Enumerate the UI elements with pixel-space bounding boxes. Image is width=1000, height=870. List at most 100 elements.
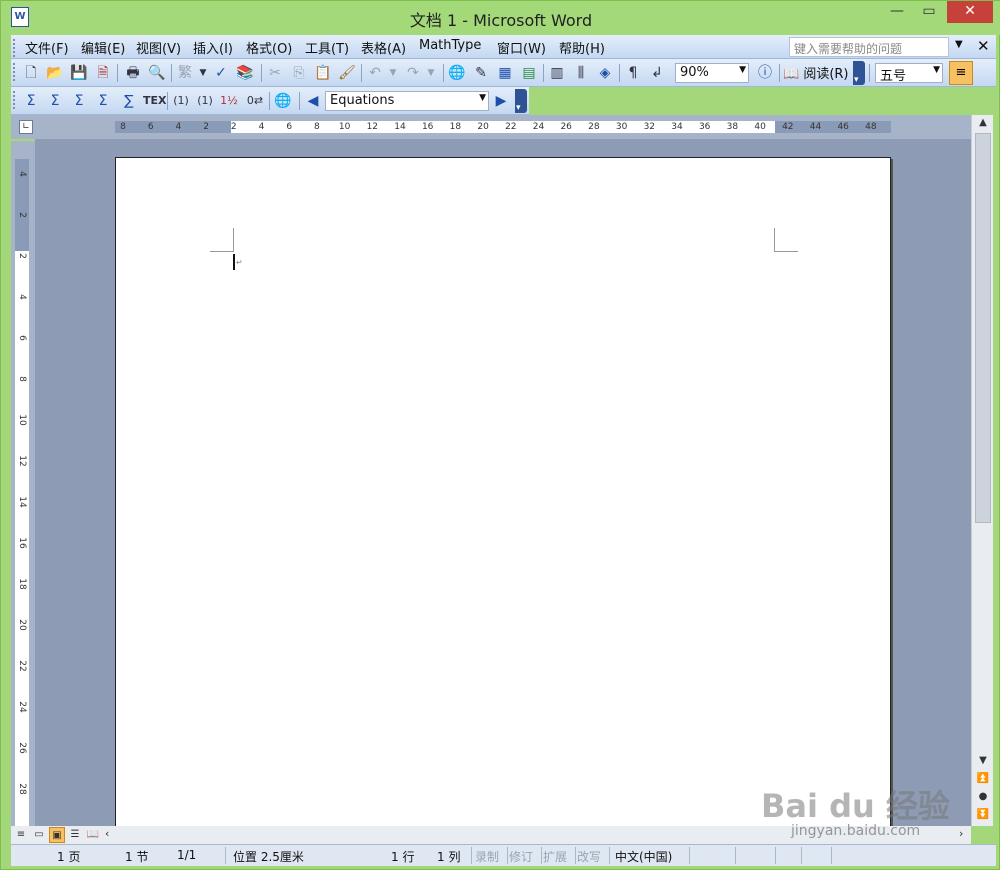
cut-icon[interactable]: ✂ xyxy=(265,63,285,83)
traditional-chinese-icon[interactable]: 繁 xyxy=(175,63,195,83)
status-track-changes[interactable]: 修订 xyxy=(509,848,533,865)
menu-help[interactable]: 帮助(H) xyxy=(559,38,605,57)
horizontal-ruler-tick: 34 xyxy=(671,122,683,132)
equations-value: Equations xyxy=(330,93,395,108)
redo-icon[interactable]: ↷ xyxy=(403,63,423,83)
zoom-dropdown-icon[interactable]: ▼ xyxy=(739,65,746,75)
math-input-icon[interactable]: ∑ xyxy=(119,91,139,111)
justify-align-icon[interactable]: ≡ xyxy=(949,61,973,85)
menu-format[interactable]: 格式(O) xyxy=(246,38,292,57)
print-layout-icon[interactable]: ▣ xyxy=(49,827,65,843)
help-dropdown-icon[interactable]: ▼ xyxy=(955,39,963,50)
research-icon[interactable]: 📚 xyxy=(235,63,255,83)
toolbar-separator xyxy=(619,64,620,82)
mathtype-toolbar-options-icon[interactable] xyxy=(515,89,527,113)
status-separator xyxy=(225,847,226,864)
vertical-scrollbar[interactable]: ▲ ▼ ⏫ ● ⏬ xyxy=(971,115,993,826)
help-icon[interactable]: ⓘ xyxy=(755,63,775,83)
scroll-thumb[interactable] xyxy=(975,133,991,523)
web-layout-icon[interactable]: ▭ xyxy=(31,827,47,843)
horizontal-ruler[interactable]: 8 6 4 2 2 4 6 8 10 12 14 16 18 20 22 24 26 28 30 32 34 36 38 40… xyxy=(115,121,891,133)
document-close-icon[interactable]: ✕ xyxy=(977,37,990,55)
format-equation-numbers-icon[interactable]: 0⇄ xyxy=(245,91,265,111)
scroll-right-icon[interactable]: › xyxy=(959,827,963,840)
read-mode-button[interactable]: 📖 阅读(R) xyxy=(783,63,849,83)
equations-select[interactable]: Equations ▼ xyxy=(325,91,489,111)
equations-dropdown-icon[interactable]: ▼ xyxy=(479,93,486,103)
next-page-icon[interactable]: ⏬ xyxy=(972,809,994,820)
previous-equation-icon[interactable]: ◀ xyxy=(303,91,323,111)
right-numbered-equation-icon[interactable]: Σ xyxy=(69,91,89,111)
open-folder-icon[interactable]: 📂 xyxy=(45,63,65,83)
close-button[interactable]: ✕ xyxy=(947,1,993,23)
print-icon[interactable]: 🖶 xyxy=(123,63,143,83)
format-painter-icon[interactable]: 🖌 xyxy=(337,63,357,83)
dropdown-arrow-icon[interactable]: ▼ xyxy=(193,63,213,83)
show-hide-icon[interactable]: ¶ xyxy=(623,63,643,83)
display-equation-icon[interactable]: Σ xyxy=(45,91,65,111)
menubar-grip[interactable] xyxy=(13,39,16,57)
new-document-icon[interactable]: 🗋 xyxy=(21,63,41,83)
document-page[interactable]: ↵ xyxy=(115,157,891,826)
help-search-input[interactable]: 键入需要帮助的问题 xyxy=(789,37,949,57)
outline-view-icon[interactable]: ☰ xyxy=(67,827,83,843)
scroll-down-icon[interactable]: ▼ xyxy=(972,755,994,766)
redo-dropdown-icon[interactable]: ▼ xyxy=(421,63,441,83)
toolbar-options-icon[interactable] xyxy=(853,61,865,85)
minimize-button[interactable]: — xyxy=(881,1,913,23)
insert-table-icon[interactable]: ▦ xyxy=(495,63,515,83)
zoom-select[interactable]: 90% ▼ xyxy=(675,63,749,83)
previous-page-icon[interactable]: ⏫ xyxy=(972,773,994,784)
select-browse-object-icon[interactable]: ● xyxy=(972,791,994,802)
normal-view-icon[interactable]: ≡ xyxy=(13,827,29,843)
vertical-ruler-tick: 4 xyxy=(17,171,27,177)
save-icon[interactable]: 💾 xyxy=(69,63,89,83)
menu-mathtype[interactable]: MathType xyxy=(419,38,481,53)
insert-excel-icon[interactable]: ▤ xyxy=(519,63,539,83)
menu-insert[interactable]: 插入(I) xyxy=(193,38,233,57)
font-size-dropdown-icon[interactable]: ▼ xyxy=(933,65,940,75)
hyperlink-icon[interactable]: 🌐 xyxy=(447,63,467,83)
mathtype-toolbar-grip[interactable] xyxy=(13,91,16,109)
scroll-up-icon[interactable]: ▲ xyxy=(972,117,994,128)
menu-edit[interactable]: 编辑(E) xyxy=(81,38,125,57)
menu-window[interactable]: 窗口(W) xyxy=(497,38,546,57)
copy-icon[interactable]: ⎘ xyxy=(289,63,309,83)
drawing-icon[interactable]: ⫼ xyxy=(571,63,591,83)
scroll-left-icon[interactable]: ‹ xyxy=(105,827,109,840)
paste-icon[interactable]: 📋 xyxy=(313,63,333,83)
vertical-ruler[interactable]: 4 2 2 4 6 8 10 12 14 16 18 20 22 24 26 28 xyxy=(15,159,29,826)
toolbar-grip[interactable] xyxy=(13,63,16,81)
columns-icon[interactable]: ▥ xyxy=(547,63,567,83)
insert-equation-reference-icon[interactable]: (1) xyxy=(195,91,215,111)
paragraph-mark-icon[interactable]: ↲ xyxy=(647,63,667,83)
tab-stop-selector[interactable]: ∟ xyxy=(19,120,33,134)
update-equation-numbers-icon[interactable]: 1½ xyxy=(219,91,239,111)
undo-dropdown-icon[interactable]: ▼ xyxy=(383,63,403,83)
menu-table[interactable]: 表格(A) xyxy=(361,38,406,57)
print-preview-icon[interactable]: 🔍 xyxy=(147,63,167,83)
permission-icon[interactable]: 🗎 xyxy=(93,63,113,83)
insert-equation-number-icon[interactable]: (1) xyxy=(171,91,191,111)
font-size-select[interactable]: 五号 ▼ xyxy=(875,63,943,84)
menu-tools[interactable]: 工具(T) xyxy=(305,38,349,57)
status-position: 位置 2.5厘米 xyxy=(233,850,304,864)
menu-view[interactable]: 视图(V) xyxy=(136,38,181,57)
undo-icon[interactable]: ↶ xyxy=(365,63,385,83)
status-extend[interactable]: 扩展 xyxy=(543,848,567,865)
inline-equation-icon[interactable]: Σ xyxy=(21,91,41,111)
next-equation-icon[interactable]: ▶ xyxy=(491,91,511,111)
toggle-tex-icon[interactable]: TEX xyxy=(143,91,167,111)
menu-file[interactable]: 文件(F) xyxy=(25,38,69,57)
document-map-icon[interactable]: ◈ xyxy=(595,63,615,83)
status-separator xyxy=(541,847,542,864)
reading-layout-icon[interactable]: 📖 xyxy=(85,827,101,843)
tables-borders-icon[interactable]: ✎ xyxy=(471,63,491,83)
status-overtype[interactable]: 改写 xyxy=(577,848,601,865)
left-numbered-equation-icon[interactable]: Σ xyxy=(93,91,113,111)
mathtype-web-icon[interactable]: 🌐 xyxy=(273,91,293,111)
spelling-grammar-icon[interactable]: ✓ xyxy=(211,63,231,83)
horizontal-ruler-tick: 46 xyxy=(837,122,849,132)
status-record[interactable]: 录制 xyxy=(475,848,499,865)
maximize-button[interactable]: ▭ xyxy=(913,1,945,23)
